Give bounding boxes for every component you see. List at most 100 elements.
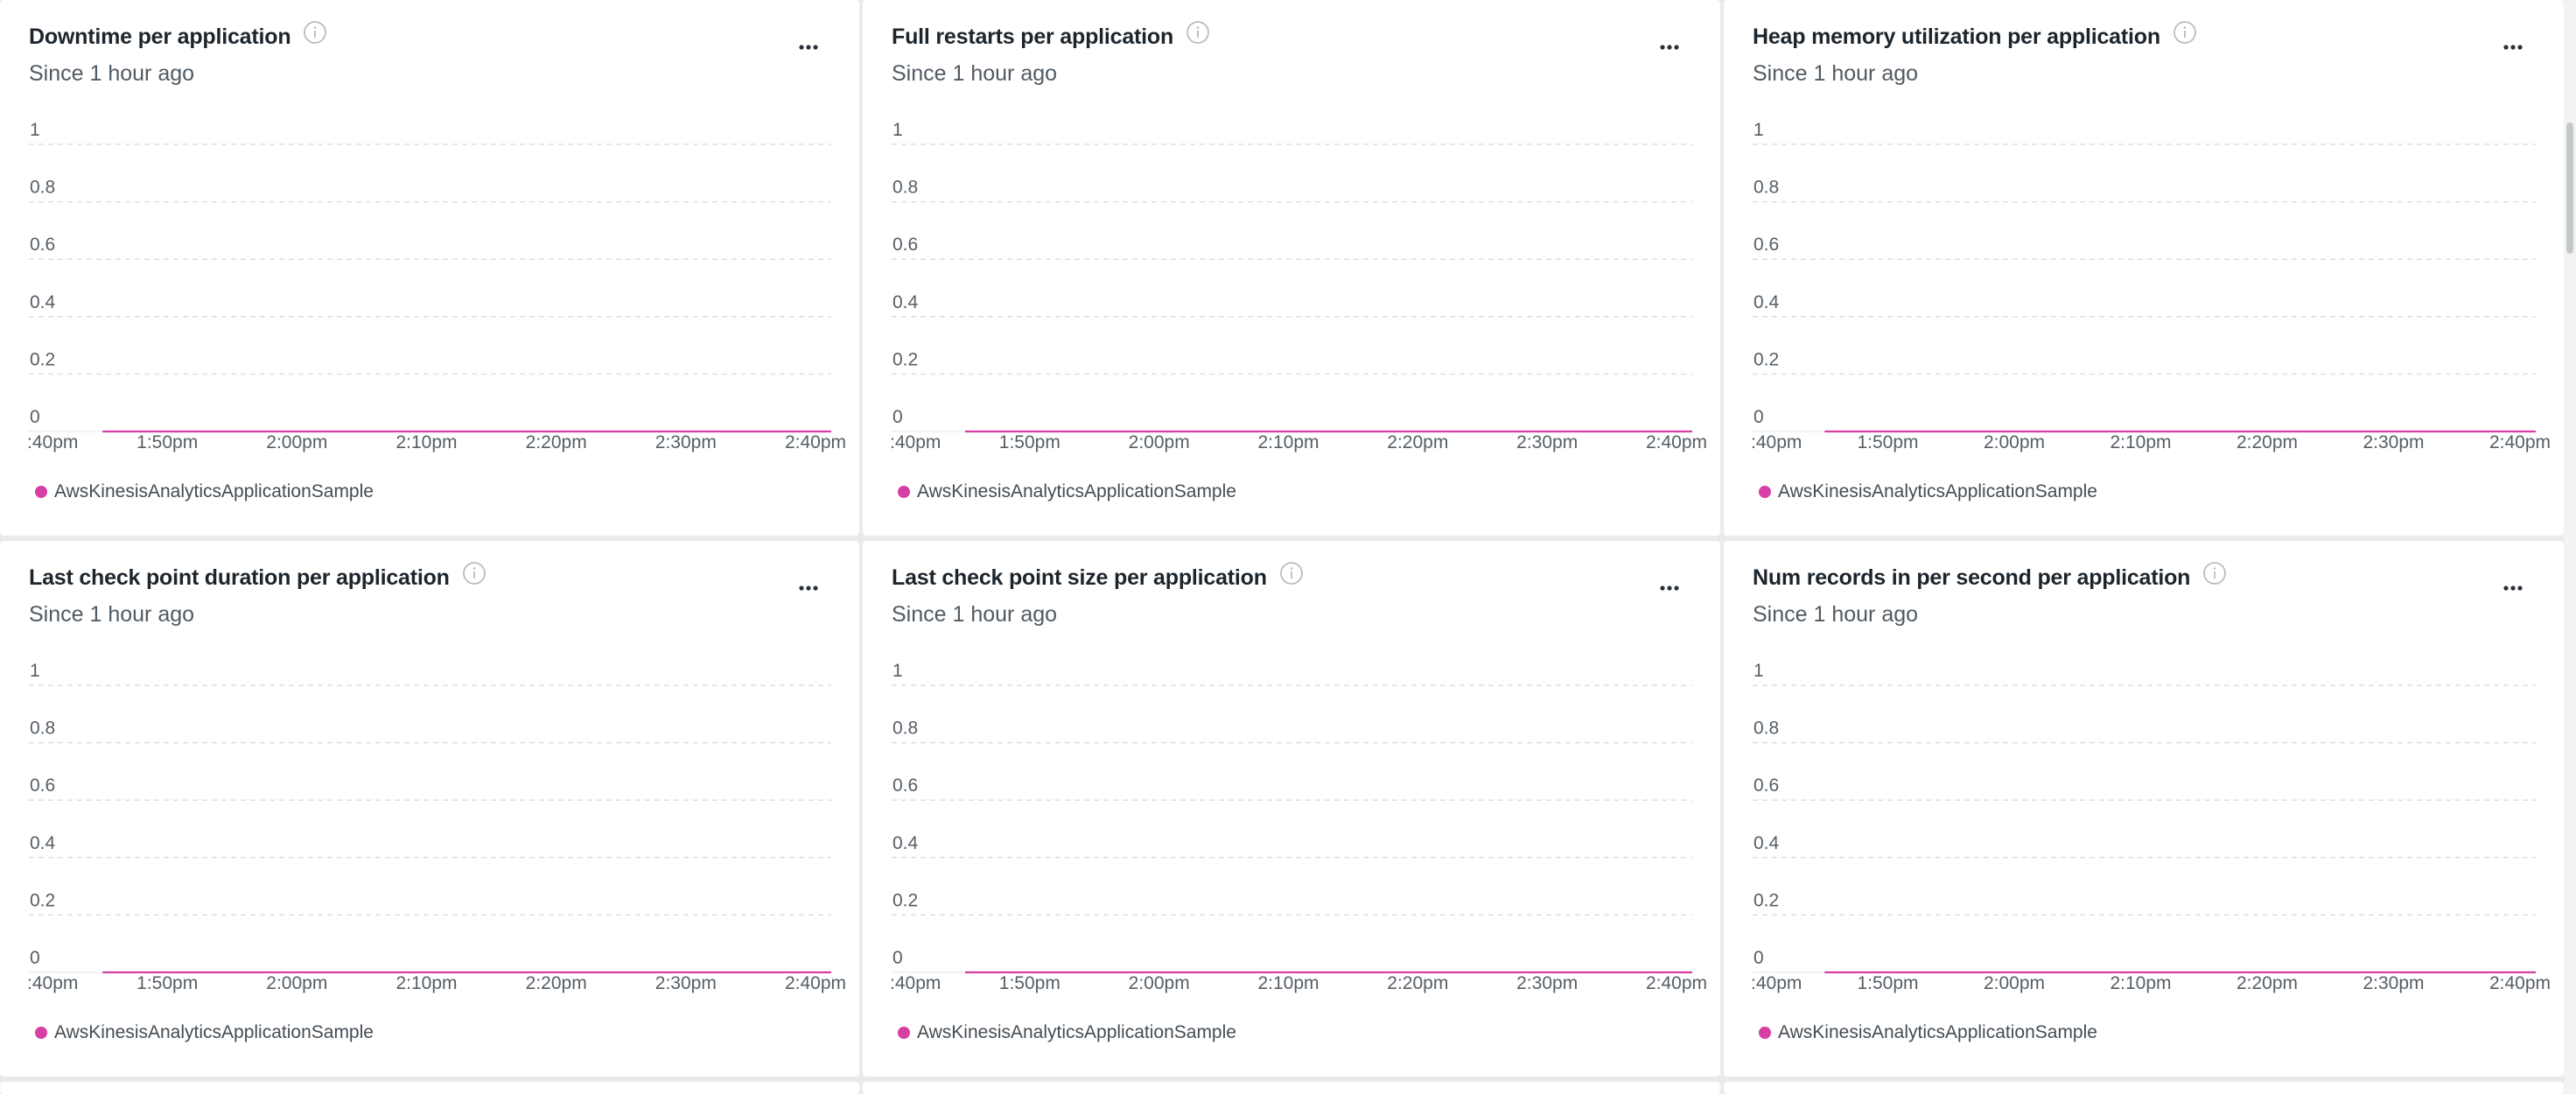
info-icon[interactable] bbox=[1186, 20, 1210, 51]
y-tick-label: 1 bbox=[892, 120, 903, 140]
y-tick-label: 0.4 bbox=[892, 292, 919, 312]
legend-item[interactable]: AwsKinesisAnalyticsApplicationSample bbox=[1759, 1021, 2097, 1044]
x-tick-label: 2:10pm bbox=[2110, 432, 2171, 452]
legend-label: AwsKinesisAnalyticsApplicationSample bbox=[1778, 481, 2097, 501]
legend-item[interactable]: AwsKinesisAnalyticsApplicationSample bbox=[1759, 480, 2097, 503]
y-tick-label: 0.2 bbox=[1754, 890, 1779, 910]
x-tick-label: 2:10pm bbox=[396, 432, 457, 452]
legend-item[interactable]: AwsKinesisAnalyticsApplicationSample bbox=[35, 1021, 374, 1044]
y-tick-label: 0.8 bbox=[892, 178, 918, 198]
scrollbar-thumb[interactable] bbox=[2566, 123, 2573, 254]
y-tick-label: 0.8 bbox=[30, 719, 55, 739]
y-tick-label: 0.2 bbox=[30, 349, 55, 369]
card-title: Full restarts per application bbox=[892, 21, 1210, 51]
line-chart: 0 0.2 0.4 0.6 0.8 1:40pm 1:50pm 2:00pm 2:10pm 2:2… bbox=[890, 661, 1707, 993]
card-title-text: Last check point size per application bbox=[892, 565, 1267, 590]
card-title: Num records in per second per applicatio… bbox=[1753, 562, 2227, 592]
y-tick-label: 0.2 bbox=[1754, 349, 1779, 369]
card-title-text: Heap memory utilization per application bbox=[1753, 25, 2160, 49]
info-icon[interactable] bbox=[303, 20, 327, 51]
legend-item[interactable]: AwsKinesisAnalyticsApplicationSample bbox=[898, 1021, 1236, 1044]
y-tick-label: 0 bbox=[1754, 407, 1764, 427]
y-tick-label: 0 bbox=[892, 948, 903, 968]
more-options-icon bbox=[1660, 586, 1679, 591]
x-tick-label: 2:30pm bbox=[655, 973, 717, 993]
more-options-button[interactable] bbox=[791, 571, 826, 595]
info-icon[interactable] bbox=[1279, 561, 1304, 592]
y-tick-label: 0.8 bbox=[30, 178, 55, 198]
y-tick-label: 0.4 bbox=[1754, 292, 1780, 312]
legend-swatch bbox=[898, 486, 910, 498]
legend-label: AwsKinesisAnalyticsApplicationSample bbox=[1778, 1022, 2097, 1042]
chart-card: Last check point size per application Sin… bbox=[863, 541, 1720, 1076]
card-title: Last check point size per application bbox=[892, 562, 1304, 592]
x-tick-label: 2:40pm bbox=[1646, 432, 1707, 452]
card-subtitle: Since 1 hour ago bbox=[1753, 602, 1919, 627]
line-chart: 0 0.2 0.4 0.6 0.8 1:40pm 1:50pm 2:00pm 2:10pm 2:2… bbox=[1751, 120, 2551, 452]
x-tick-label: :40pm bbox=[890, 973, 941, 993]
x-tick-label: 1:50pm bbox=[1857, 973, 1918, 993]
x-tick-label: 2:20pm bbox=[1387, 432, 1448, 452]
y-tick-label: 0.6 bbox=[892, 235, 918, 255]
y-tick-label: 0 bbox=[30, 948, 40, 968]
y-tick-label: 1 bbox=[30, 661, 40, 681]
card-title-text: Num records in per second per applicatio… bbox=[1753, 565, 2191, 590]
legend-label: AwsKinesisAnalyticsApplicationSample bbox=[917, 481, 1236, 501]
more-options-button[interactable] bbox=[1652, 30, 1687, 54]
legend-item[interactable]: AwsKinesisAnalyticsApplicationSample bbox=[35, 480, 374, 503]
chart-card-partial bbox=[1724, 1082, 2564, 1094]
y-tick-label: 1 bbox=[30, 120, 40, 140]
card-title: Downtime per application bbox=[29, 21, 327, 51]
y-tick-label: 0.8 bbox=[892, 719, 918, 739]
x-tick-label: 1:50pm bbox=[999, 432, 1060, 452]
y-tick-label: 0.4 bbox=[30, 292, 56, 312]
x-tick-label: 2:10pm bbox=[1257, 432, 1319, 452]
card-title-text: Full restarts per application bbox=[892, 25, 1174, 49]
legend-item[interactable]: AwsKinesisAnalyticsApplicationSample bbox=[898, 480, 1236, 503]
legend-swatch bbox=[35, 1027, 47, 1039]
info-icon[interactable] bbox=[462, 561, 486, 592]
x-tick-label: :40pm bbox=[890, 432, 941, 452]
x-tick-label: 2:10pm bbox=[2110, 973, 2171, 993]
y-tick-label: 1 bbox=[1754, 661, 1764, 681]
card-title: Heap memory utilization per application bbox=[1753, 21, 2197, 51]
page-scrollbar[interactable] bbox=[2564, 0, 2576, 1094]
chart-card-partial bbox=[0, 1082, 859, 1094]
x-tick-label: :40pm bbox=[1751, 973, 1802, 993]
more-options-button[interactable] bbox=[791, 30, 826, 54]
x-tick-label: :40pm bbox=[27, 432, 78, 452]
x-tick-label: :40pm bbox=[1751, 432, 1802, 452]
y-tick-label: 0.2 bbox=[30, 890, 55, 910]
chart-card: Heap memory utilization per application S… bbox=[1724, 0, 2564, 536]
info-icon[interactable] bbox=[2173, 20, 2197, 51]
card-subtitle: Since 1 hour ago bbox=[1753, 61, 1919, 86]
y-tick-label: 0.8 bbox=[1754, 178, 1779, 198]
legend-label: AwsKinesisAnalyticsApplicationSample bbox=[917, 1022, 1236, 1042]
legend-swatch bbox=[1759, 486, 1771, 498]
y-tick-label: 0 bbox=[1754, 948, 1764, 968]
x-tick-label: 1:50pm bbox=[136, 973, 198, 993]
x-tick-label: 2:00pm bbox=[1129, 432, 1190, 452]
x-tick-label: 2:00pm bbox=[1984, 973, 2045, 993]
line-chart: 0 0.2 0.4 0.6 0.8 1:40pm 1:50pm 2:00pm 2:10pm 2:2… bbox=[890, 120, 1707, 452]
y-tick-label: 0 bbox=[892, 407, 903, 427]
more-options-icon bbox=[2503, 586, 2523, 591]
x-tick-label: 1:50pm bbox=[136, 432, 198, 452]
y-tick-label: 0.6 bbox=[1754, 235, 1779, 255]
info-icon[interactable] bbox=[2202, 561, 2227, 592]
x-tick-label: 2:20pm bbox=[1387, 973, 1448, 993]
chart-card: Num records in per second per applicatio… bbox=[1724, 541, 2564, 1076]
card-subtitle: Since 1 hour ago bbox=[29, 602, 195, 627]
more-options-button[interactable] bbox=[2496, 30, 2530, 54]
y-tick-label: 0.6 bbox=[1754, 775, 1779, 796]
chart-card: Downtime per application Since 1 hour ago… bbox=[0, 0, 859, 536]
more-options-button[interactable] bbox=[2496, 571, 2530, 595]
x-tick-label: 2:00pm bbox=[266, 973, 327, 993]
x-tick-label: 2:20pm bbox=[2236, 973, 2298, 993]
more-options-button[interactable] bbox=[1652, 571, 1687, 595]
chart-card-partial bbox=[863, 1082, 1720, 1094]
x-tick-label: :40pm bbox=[27, 973, 78, 993]
x-tick-label: 2:20pm bbox=[2236, 432, 2298, 452]
x-tick-label: 2:40pm bbox=[1646, 973, 1707, 993]
chart-card: Full restarts per application Since 1 hou… bbox=[863, 0, 1720, 536]
